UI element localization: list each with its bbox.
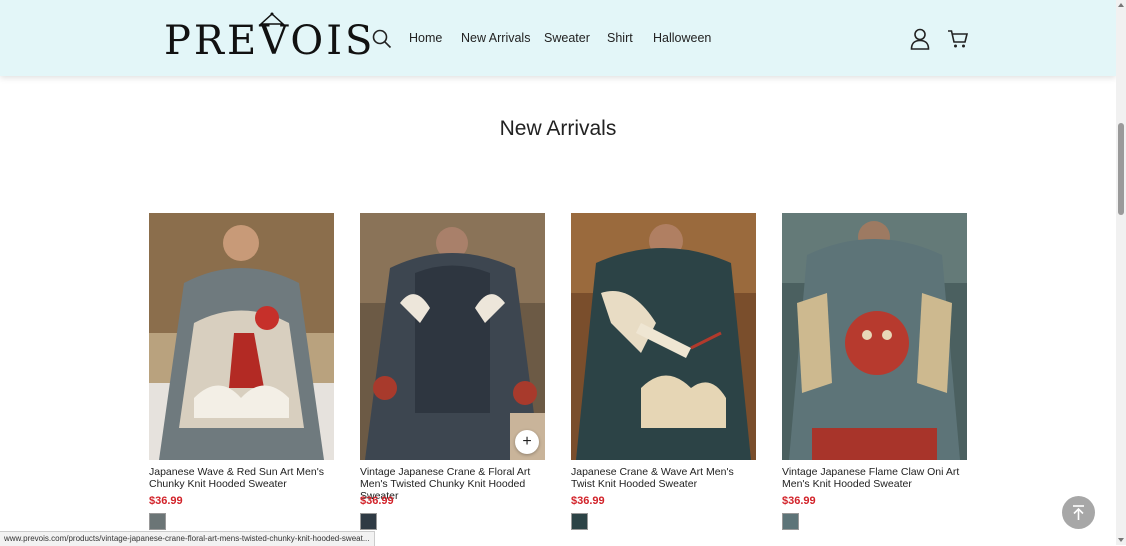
section-title: New Arrivals <box>499 117 617 140</box>
product-image[interactable] <box>149 213 334 460</box>
nav-shirt[interactable]: Shirt <box>607 31 633 45</box>
arrow-up-icon <box>1073 505 1084 520</box>
product-name[interactable]: Vintage Japanese Flame Claw Oni Art Men'… <box>782 466 967 490</box>
product-card[interactable]: Japanese Wave & Red Sun Art Men's Chunky… <box>149 213 334 530</box>
scroll-up-arrow[interactable] <box>1118 3 1124 7</box>
scroll-down-arrow[interactable] <box>1118 538 1124 542</box>
product-card[interactable]: Vintage Japanese Flame Claw Oni Art Men'… <box>782 213 967 530</box>
product-price: $36.99 <box>782 495 816 507</box>
product-price: $36.99 <box>360 495 394 507</box>
product-name[interactable]: Japanese Crane & Wave Art Men's Twist Kn… <box>571 466 756 490</box>
product-price: $36.99 <box>571 495 605 507</box>
hanger-icon <box>259 12 285 25</box>
site-header: PREVOIS Home New Arrivals Sweater Shirt … <box>0 0 1116 76</box>
logo[interactable]: PREVOIS <box>164 12 372 64</box>
search-icon[interactable] <box>372 29 392 49</box>
quick-add-button[interactable]: + <box>515 430 539 454</box>
product-image[interactable] <box>782 213 967 460</box>
nav-halloween[interactable]: Halloween <box>653 31 711 45</box>
color-swatch[interactable] <box>360 513 377 530</box>
product-image[interactable] <box>571 213 756 460</box>
product-image[interactable]: + <box>360 213 545 460</box>
color-swatch[interactable] <box>571 513 588 530</box>
nav-home[interactable]: Home <box>409 31 442 45</box>
scrollbar[interactable] <box>1116 0 1126 545</box>
color-swatch[interactable] <box>782 513 799 530</box>
status-bar-url: www.prevois.com/products/vintage-japanes… <box>0 531 375 546</box>
product-price: $36.99 <box>149 495 183 507</box>
product-name[interactable]: Vintage Japanese Crane & Floral Art Men'… <box>360 466 545 502</box>
nav-sweater[interactable]: Sweater <box>544 31 590 45</box>
nav-new-arrivals[interactable]: New Arrivals <box>461 31 530 45</box>
scrollbar-thumb[interactable] <box>1118 123 1124 215</box>
color-swatch[interactable] <box>149 513 166 530</box>
product-card[interactable]: + Vintage Japanese Crane & Floral Art Me… <box>360 213 545 530</box>
back-to-top-button[interactable] <box>1062 496 1095 529</box>
account-icon[interactable] <box>910 28 930 50</box>
cart-icon[interactable] <box>947 29 969 49</box>
product-card[interactable]: Japanese Crane & Wave Art Men's Twist Kn… <box>571 213 756 530</box>
product-name[interactable]: Japanese Wave & Red Sun Art Men's Chunky… <box>149 466 334 490</box>
